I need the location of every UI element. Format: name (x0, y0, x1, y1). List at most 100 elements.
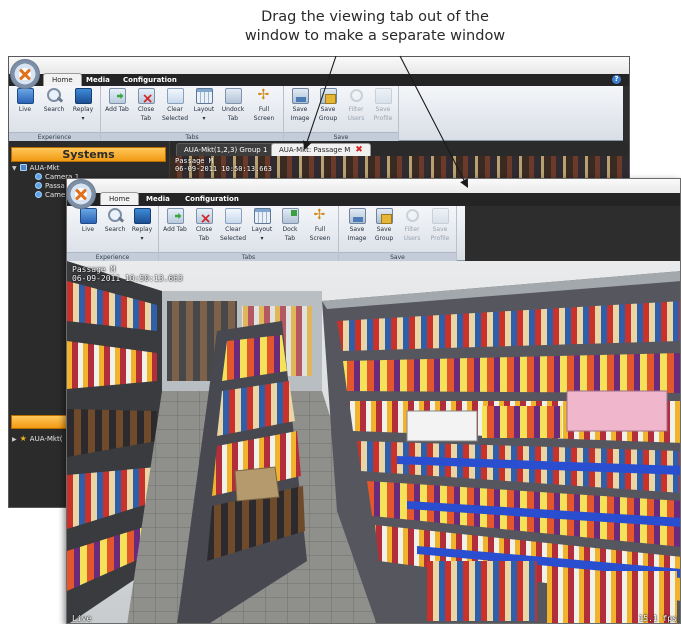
save-image-icon (348, 208, 366, 224)
ribbon-group-experience: Live Search Replay ▾ Experience (67, 206, 159, 261)
tree-system-node[interactable]: ▼ AUA-Mkt (12, 164, 60, 173)
expand-arrow-icon[interactable]: ▶ (12, 435, 17, 444)
add-tab-icon (108, 88, 126, 104)
replay-icon (133, 208, 151, 224)
layout-button[interactable]: Layout ▾ (191, 88, 217, 122)
instruction-caption: Drag the viewing tab out of the window t… (200, 8, 550, 46)
ribbon-group-experience: Live Search Replay ▾ Experience (9, 86, 101, 141)
view-tab-group-1[interactable]: AUA-Mkt(1,2,3) Group 1 (176, 143, 276, 156)
close-tab-button[interactable]: Close Tab (133, 88, 159, 122)
save-profile-icon (431, 208, 449, 224)
menu-tab-media[interactable]: Media (86, 74, 110, 86)
save-profile-button[interactable]: Save Profile (370, 88, 396, 122)
star-icon: ★ (19, 434, 27, 443)
menu-tab-configuration[interactable]: Configuration (185, 193, 239, 205)
view-tab-passage-m[interactable]: AUA-Mkt: Passage M ✖ (271, 143, 371, 156)
camera-icon (35, 182, 42, 189)
group-label-save: Save (339, 252, 456, 261)
add-tab-button[interactable]: Add Tab (104, 88, 130, 113)
caption-line-1: Drag the viewing tab out of the (261, 9, 489, 25)
close-tab-icon[interactable]: ✖ (355, 145, 363, 155)
help-icon[interactable]: ? (612, 75, 621, 84)
full-screen-button[interactable]: Full Screen (307, 207, 333, 242)
app-logo-icon[interactable] (10, 59, 40, 89)
camera-icon (35, 191, 42, 198)
menu-tab-media[interactable]: Media (146, 193, 170, 205)
save-group-button[interactable]: Save Group (371, 208, 397, 242)
caption-line-2: window to make a separate window (244, 28, 506, 44)
close-tab-icon (137, 88, 155, 106)
add-tab-button[interactable]: Add Tab (162, 208, 188, 233)
save-group-icon (375, 208, 393, 224)
save-image-icon (291, 88, 309, 104)
ribbon-group-tabs: Add Tab Close Tab Clear Selected Layout … (159, 206, 339, 261)
layout-icon (253, 208, 271, 224)
search-icon (46, 88, 63, 104)
ribbon-group-save: Save Image Save Group Filter Users Save … (284, 86, 399, 141)
save-image-button[interactable]: Save Image (344, 208, 370, 242)
collapse-arrow-icon[interactable]: ▼ (12, 164, 17, 173)
systems-header: Systems (11, 147, 166, 162)
dock-tab-button[interactable]: Dock Tab (277, 208, 303, 242)
ribbon-toolbar: Live Search Replay ▾ Experience Add Tab … (67, 206, 465, 261)
clear-icon (224, 208, 242, 224)
store-aisle-scene (67, 261, 680, 623)
group-label-save: Save (284, 132, 398, 141)
undock-icon (224, 88, 242, 104)
tree-favorites-node[interactable]: ▶ ★ AUA-Mkt( (12, 434, 62, 444)
filter-icon (348, 88, 365, 104)
replay-icon (74, 88, 92, 104)
save-group-icon (319, 88, 337, 104)
undocked-camera-window[interactable]: Home Media Configuration Live Search Rep… (66, 178, 681, 624)
filter-users-button[interactable]: Filter Users (343, 88, 369, 122)
layout-icon (195, 88, 213, 104)
osd-camera-name: Passage M (72, 265, 116, 274)
save-profile-button[interactable]: Save Profile (427, 208, 453, 242)
save-image-button[interactable]: Save Image (287, 88, 313, 122)
clear-selected-button[interactable]: Clear Selected (162, 88, 188, 122)
monitor-icon (16, 88, 34, 104)
tree-camera-passage[interactable]: Passa (35, 182, 65, 191)
search-button[interactable]: Search (41, 88, 67, 113)
menu-tab-home[interactable]: Home (43, 73, 82, 86)
live-button[interactable]: Live (12, 88, 38, 113)
menu-tab-configuration[interactable]: Configuration (123, 74, 177, 86)
camera-icon (35, 173, 42, 180)
server-icon (19, 164, 27, 171)
save-profile-icon (374, 88, 392, 104)
group-label-experience: Experience (67, 252, 158, 261)
ribbon-toolbar: Live Search Replay ▾ Experience Add Tab … (9, 86, 623, 141)
monitor-icon (79, 208, 97, 224)
add-tab-icon (166, 208, 184, 224)
filter-icon (404, 208, 421, 224)
clear-icon (166, 88, 184, 104)
filter-users-button[interactable]: Filter Users (399, 208, 425, 242)
view-tab-strip: AUA-Mkt(1,2,3) Group 1 AUA-Mkt: Passage … (170, 141, 629, 156)
tree-camera-3[interactable]: Came (35, 191, 65, 200)
full-screen-button[interactable]: Full Screen (251, 87, 277, 122)
undock-tab-button[interactable]: Undock Tab (220, 88, 246, 122)
osd-live-indicator: Live (72, 614, 92, 623)
ribbon-group-save: Save Image Save Group Filter Users Save … (339, 206, 457, 261)
live-camera-view[interactable]: Passage M 06-09-2011 10:50:13.663 Live 1… (67, 261, 680, 623)
group-label-experience: Experience (9, 132, 100, 141)
layout-button[interactable]: Layout ▾ (249, 208, 275, 242)
back-video-overlay: Passage M 06-09-2011 10:50:13.663 (175, 157, 272, 173)
full-screen-icon (256, 87, 273, 104)
menu-tab-home[interactable]: Home (100, 192, 139, 205)
close-tab-icon (195, 208, 213, 226)
live-button[interactable]: Live (75, 208, 101, 233)
search-button[interactable]: Search (102, 208, 128, 233)
save-group-button[interactable]: Save Group (315, 88, 341, 122)
dock-icon (281, 208, 299, 224)
replay-button[interactable]: Replay ▾ (70, 88, 96, 122)
full-screen-icon (312, 207, 329, 224)
ribbon-group-tabs: Add Tab Close Tab Clear Selected Layout … (101, 86, 284, 141)
close-tab-button[interactable]: Close Tab (191, 208, 217, 242)
replay-button[interactable]: Replay ▾ (129, 208, 155, 242)
group-label-tabs: Tabs (101, 132, 283, 141)
group-label-tabs: Tabs (159, 252, 338, 261)
app-logo-icon[interactable] (67, 179, 96, 209)
osd-timestamp: 06-09-2011 10:50:13.663 (72, 274, 183, 283)
clear-selected-button[interactable]: Clear Selected (220, 208, 246, 242)
